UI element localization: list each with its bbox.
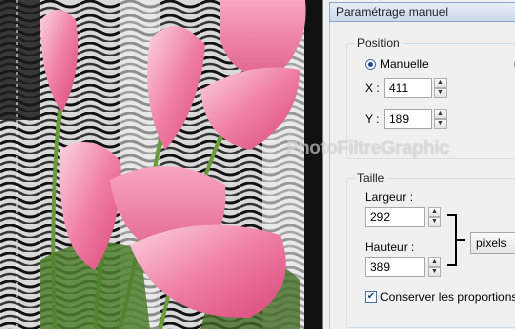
keep-proportions-checkbox[interactable]: ✔ xyxy=(365,291,377,303)
y-spin-down-icon[interactable]: ▼ xyxy=(434,119,447,129)
width-label: Largeur : xyxy=(365,190,414,204)
x-label: X : xyxy=(365,81,380,95)
keep-proportions-label: Conserver les proportions xyxy=(380,290,515,304)
y-input[interactable] xyxy=(384,109,432,129)
height-input[interactable] xyxy=(365,257,425,277)
manual-radio-label: Manuelle xyxy=(380,57,429,71)
height-spin-up-icon[interactable]: ▲ xyxy=(428,257,441,267)
y-spinner[interactable]: ▲ ▼ xyxy=(434,109,447,129)
width-spinner[interactable]: ▲ ▼ xyxy=(428,207,441,227)
width-spin-up-icon[interactable]: ▲ xyxy=(428,207,441,217)
x-spinner[interactable]: ▲ ▼ xyxy=(434,78,447,98)
x-input[interactable] xyxy=(384,78,432,98)
width-spin-down-icon[interactable]: ▼ xyxy=(428,217,441,227)
manual-settings-dialog: Paramétrage manuel Position Manuelle X :… xyxy=(322,0,515,329)
tulip-photo xyxy=(0,0,322,329)
image-canvas[interactable] xyxy=(0,0,322,329)
proportion-link-bracket xyxy=(447,214,457,266)
manual-radio[interactable] xyxy=(365,59,376,70)
x-spin-up-icon[interactable]: ▲ xyxy=(434,78,447,88)
dialog-titlebar[interactable]: Paramétrage manuel xyxy=(329,2,515,22)
y-spin-up-icon[interactable]: ▲ xyxy=(434,109,447,119)
width-input[interactable] xyxy=(365,207,425,227)
unit-select-value: pixels xyxy=(476,236,507,250)
height-spin-down-icon[interactable]: ▼ xyxy=(428,267,441,277)
dialog-title: Paramétrage manuel xyxy=(336,5,449,19)
height-spinner[interactable]: ▲ ▼ xyxy=(428,257,441,277)
size-group-label: Taille xyxy=(354,171,388,185)
height-label: Hauteur : xyxy=(365,240,415,254)
x-spin-down-icon[interactable]: ▼ xyxy=(434,88,447,98)
y-label: Y : xyxy=(365,112,380,126)
dialog-body: Position Manuelle X : ▲ ▼ Y : ▲ ▼ Taille… xyxy=(329,22,515,329)
position-group-label: Position xyxy=(354,36,403,50)
proportion-link-stub xyxy=(457,239,465,241)
unit-select[interactable]: pixels xyxy=(470,232,515,254)
